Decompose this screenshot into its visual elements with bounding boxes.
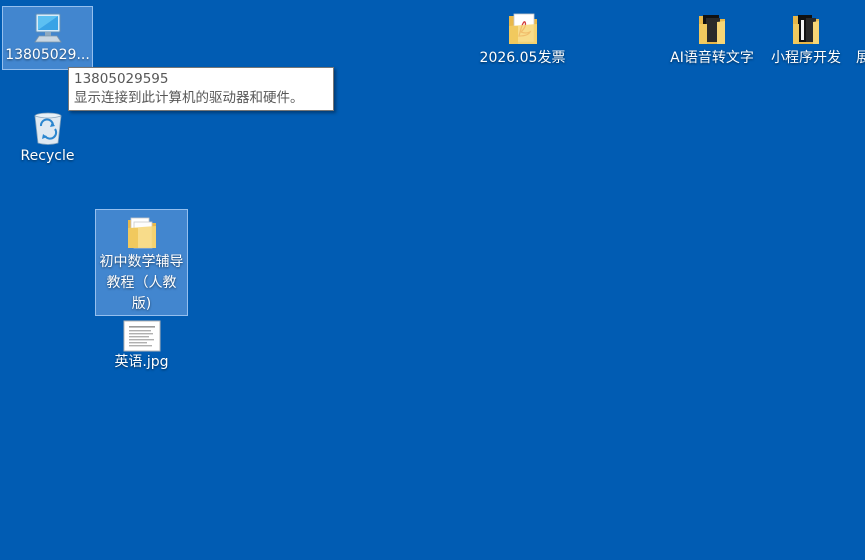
folder-icon <box>789 10 823 48</box>
desktop-icon-this-pc[interactable]: 13805029... <box>2 6 93 70</box>
desktop-icon-recycle-bin[interactable]: Recycle <box>2 106 93 170</box>
desktop-icon-label: 英语.jpg <box>114 354 169 370</box>
folder-icon <box>125 214 159 252</box>
image-file-icon <box>123 320 161 352</box>
desktop-icon-label: 2026.05发票 <box>479 50 566 66</box>
folder-icon <box>695 10 729 48</box>
desktop-icon-folder-mini-program[interactable]: 小程序开发 <box>760 6 852 70</box>
desktop-icon-label: AI语音转文字 <box>670 50 754 66</box>
tooltip-title: 13805029595 <box>74 71 169 87</box>
desktop-icon-label: 13805029... <box>5 47 90 63</box>
desktop-icon-label: 小程序开发 <box>771 50 841 66</box>
tooltip: 13805029595 显示连接到此计算机的驱动器和硬件。 <box>68 67 334 111</box>
computer-icon <box>31 11 65 45</box>
desktop-icon-partial[interactable]: 展 <box>852 6 865 70</box>
desktop[interactable]: 13805029... Recycle 初中数学辅导教程（人教版) 英语.jpg… <box>0 0 865 560</box>
desktop-icon-folder-math[interactable]: 初中数学辅导教程（人教版) <box>95 209 188 316</box>
desktop-icon-label: 初中数学辅导教程（人教版) <box>99 254 184 312</box>
desktop-icon-folder-invoices[interactable]: 2026.05发票 <box>475 6 570 70</box>
desktop-icon-label: Recycle <box>20 148 75 164</box>
pdf-folder-icon <box>506 10 540 48</box>
desktop-icon-folder-ai-speech[interactable]: AI语音转文字 <box>664 6 760 70</box>
tooltip-description: 显示连接到此计算机的驱动器和硬件。 <box>74 90 304 106</box>
desktop-icon-image-file[interactable]: 英语.jpg <box>95 316 188 378</box>
desktop-icon-label: 展 <box>856 50 865 66</box>
recycle-bin-icon <box>31 110 65 146</box>
